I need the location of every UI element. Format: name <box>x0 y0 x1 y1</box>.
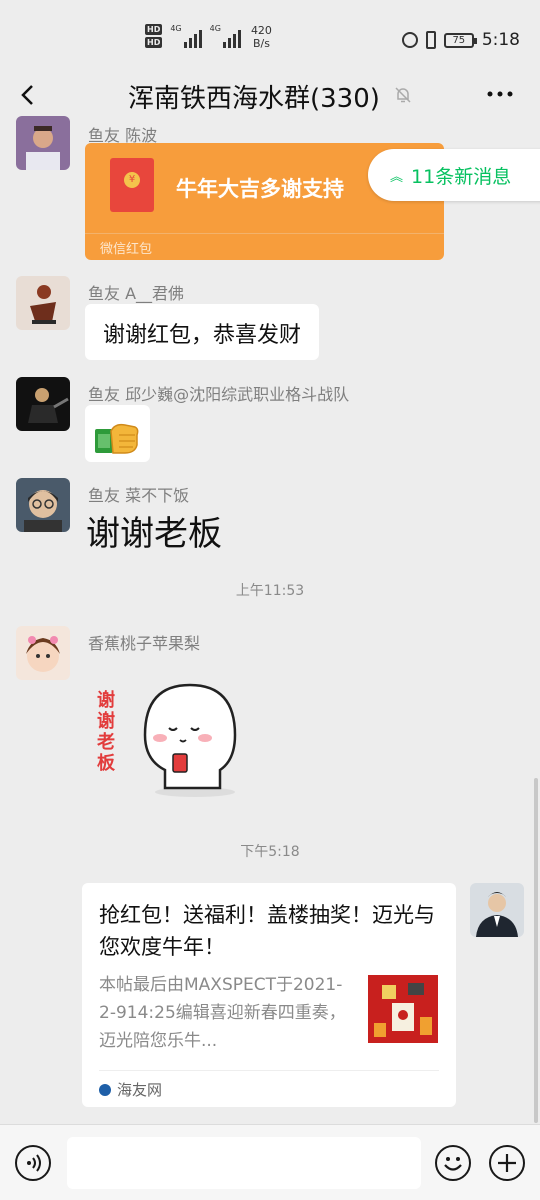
new-messages-button[interactable]: ︽ 11条新消息 <box>368 149 540 201</box>
input-bar <box>0 1124 540 1200</box>
avatar[interactable] <box>470 883 524 937</box>
new-messages-label: 11条新消息 <box>411 166 512 188</box>
sender-name: 鱼友 菜不下饭 <box>88 486 190 505</box>
plus-icon <box>498 1154 516 1172</box>
avatar[interactable] <box>16 478 70 532</box>
back-button[interactable] <box>14 80 44 110</box>
sender-name: 鱼友 A__君佛 <box>88 284 185 303</box>
message-input[interactable] <box>67 1137 421 1189</box>
site-logo-icon <box>99 1084 111 1096</box>
clock: 5:18 <box>481 30 520 50</box>
emoji-button[interactable] <box>435 1145 471 1181</box>
voice-button[interactable] <box>15 1145 51 1181</box>
system-indicators: 75 5:18 <box>401 30 520 50</box>
link-title: 抢红包！送福利！盖楼抽奖！迈光与您欢度牛年！ <box>99 903 435 959</box>
money-hand-icon <box>95 423 139 454</box>
link-thumbnail <box>368 975 438 1043</box>
avatar[interactable] <box>16 276 70 330</box>
red-packet-footer: 微信红包 <box>85 233 444 260</box>
sender-name: 鱼友 邱少巍@沈阳综武职业格斗战队 <box>88 385 350 404</box>
signal-icon: 4G <box>170 24 202 48</box>
more-dots-icon <box>487 91 513 97</box>
network-speed: 420 B/s <box>250 24 272 50</box>
avatar[interactable] <box>16 116 70 170</box>
timestamp: 下午5:18 <box>240 844 300 860</box>
timestamp: 上午11:53 <box>235 583 305 599</box>
sticker-message[interactable]: 谢 谢 老 板 <box>85 680 245 800</box>
scrollbar[interactable] <box>534 778 538 1123</box>
signal-icon: 4G <box>210 24 241 48</box>
status-bar: HD HD 4G 4G 420 B/s 75 5:18 <box>0 0 540 70</box>
voice-icon <box>27 1154 41 1172</box>
emoji-face-icon <box>444 1157 462 1171</box>
hd-badge: HD <box>145 24 163 35</box>
sender-name: 香蕉桃子苹果梨 <box>88 634 201 653</box>
battery-icon: 75 <box>443 32 477 48</box>
message-bubble[interactable]: 谢谢红包，恭喜发财 <box>85 304 320 360</box>
link-source: 海友网 <box>99 1070 439 1100</box>
plus-button[interactable] <box>489 1145 525 1181</box>
bell-off-icon <box>395 87 411 103</box>
alarm-icon <box>401 32 418 48</box>
link-description: 本帖最后由MAXSPECT于2021-2-914:25编辑喜迎新春四重奏，迈光陪… <box>99 975 346 1051</box>
red-packet-icon: ¥ <box>110 158 154 212</box>
sticker-text: 谢 谢 老 板 <box>97 690 115 774</box>
network-indicators: HD HD 4G 4G 420 B/s <box>145 24 272 50</box>
link-card[interactable]: 抢红包！送福利！盖楼抽奖！迈光与您欢度牛年！ 本帖最后由MAXSPECT于202… <box>82 883 456 1107</box>
chat-title[interactable]: 浑南铁西海水群(330) <box>128 78 380 115</box>
emoji-message[interactable] <box>85 405 150 462</box>
chevron-left-icon <box>21 85 33 105</box>
sticker-character <box>143 683 237 797</box>
vibrate-icon <box>425 31 436 49</box>
big-text-message[interactable]: 谢谢老板 <box>86 506 222 555</box>
chat-header: 浑南铁西海水群(330) <box>0 70 540 120</box>
avatar[interactable] <box>16 626 70 680</box>
more-button[interactable] <box>486 80 514 115</box>
red-packet-text: 牛年大吉多谢支持 <box>176 177 344 201</box>
double-chevron-up-icon: ︽ <box>390 170 404 185</box>
hd-badge: HD <box>145 37 163 48</box>
avatar[interactable] <box>16 377 70 431</box>
